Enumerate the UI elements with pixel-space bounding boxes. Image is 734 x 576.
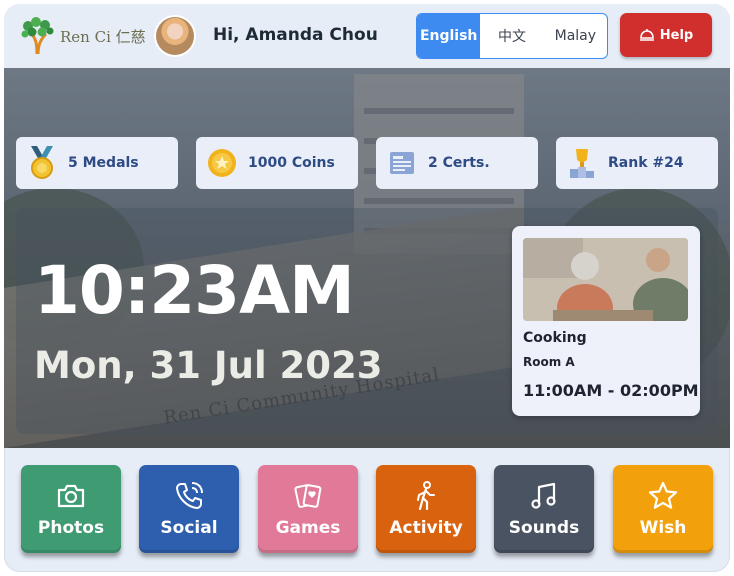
stat-rank-label: Rank #24	[608, 155, 684, 171]
hero-background: Ren Ci Community Hospital 5 Medals 1000 …	[4, 68, 730, 448]
nav-social-button[interactable]: Social	[139, 465, 239, 553]
phone-icon	[176, 482, 203, 509]
event-time: 11:00AM - 02:00PM	[523, 381, 699, 400]
nav-wish-button[interactable]: Wish	[613, 465, 713, 553]
nav-photos-button[interactable]: Photos	[21, 465, 121, 553]
stat-medals-label: 5 Medals	[68, 155, 139, 171]
language-option-chinese[interactable]: 中文	[480, 14, 543, 58]
nav-games-label: Games	[275, 518, 341, 538]
app-frame: Ren Ci 仁慈 Hi, Amanda Chou English 中文 Mal…	[4, 4, 730, 572]
nav-sounds-label: Sounds	[508, 518, 580, 538]
camera-icon	[57, 484, 85, 508]
stat-certificates[interactable]: 2 Certs.	[376, 137, 538, 189]
cards-icon	[294, 484, 322, 508]
stat-medals[interactable]: 5 Medals	[16, 137, 178, 189]
coin-icon	[206, 147, 238, 179]
nav-games-button[interactable]: Games	[258, 465, 358, 553]
logo-text: Ren Ci 仁慈	[60, 28, 146, 46]
stat-rank[interactable]: Rank #24	[556, 137, 718, 189]
event-title: Cooking	[523, 330, 587, 346]
trophy-icon	[566, 147, 598, 179]
certificate-icon	[386, 147, 418, 179]
stat-coins-label: 1000 Coins	[248, 155, 335, 171]
music-note-icon	[531, 482, 556, 509]
language-option-english[interactable]: English	[417, 14, 481, 58]
walking-person-icon	[417, 481, 435, 511]
bell-icon	[639, 29, 654, 41]
event-card[interactable]: Cooking Room A 11:00AM - 02:00PM	[512, 226, 700, 416]
nav-sounds-button[interactable]: Sounds	[494, 465, 594, 553]
help-label: Help	[659, 27, 694, 43]
ren-ci-logo: Ren Ci 仁慈	[20, 12, 146, 60]
event-photo	[523, 238, 688, 321]
stat-coins[interactable]: 1000 Coins	[196, 137, 358, 189]
nav-social-label: Social	[160, 518, 218, 538]
event-room: Room A	[523, 355, 575, 369]
stat-certificates-label: 2 Certs.	[428, 155, 490, 171]
greeting-text: Hi, Amanda Chou	[213, 25, 378, 45]
clock-time: 10:23AM	[34, 252, 355, 329]
nav-photos-label: Photos	[37, 518, 105, 538]
tree-logo-icon	[21, 17, 54, 55]
nav-activity-label: Activity	[389, 518, 463, 538]
language-option-malay[interactable]: Malay	[544, 14, 607, 58]
clock-date: Mon, 31 Jul 2023	[34, 344, 383, 387]
nav-wish-label: Wish	[639, 518, 687, 538]
star-icon	[648, 481, 678, 509]
medal-icon	[26, 146, 58, 179]
header: Ren Ci 仁慈 Hi, Amanda Chou English 中文 Mal…	[4, 4, 730, 68]
help-button[interactable]: Help	[620, 13, 712, 57]
avatar[interactable]	[156, 17, 194, 55]
language-switcher: English 中文 Malay	[416, 13, 608, 59]
nav-activity-button[interactable]: Activity	[376, 465, 476, 553]
